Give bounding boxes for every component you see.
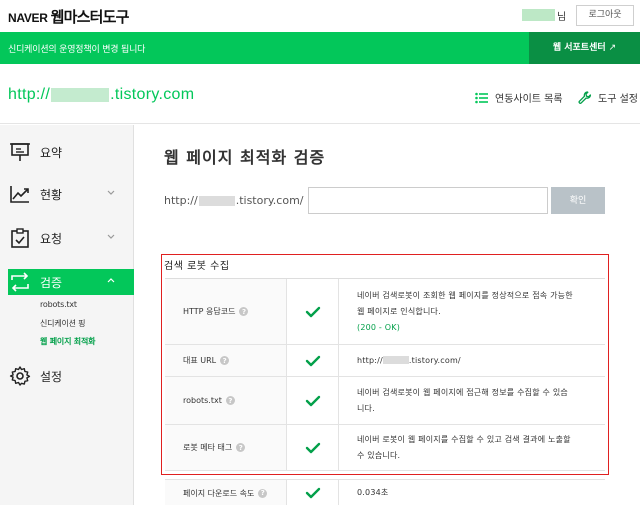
desc-line: 네이버 검색로봇이 조회한 웹 페이지를 정상적으로 접속 가능한 — [357, 290, 573, 300]
linked-sites-label: 연동사이트 목록 — [495, 94, 563, 105]
site-bar: http:// .tistory.com 연동사이트 목록 도구 설정 — [0, 64, 640, 124]
gear-icon — [8, 364, 32, 388]
list-icon — [475, 92, 488, 103]
table-row: HTTP 응답코드? 네이버 검색로봇이 조회한 웹 페이지를 정상적으로 접속… — [165, 279, 605, 345]
row-label: 대표 URL? — [165, 345, 287, 376]
table-row: robots.txt? 네이버 검색로봇이 웹 페이지에 접근해 정보를 수집할… — [165, 377, 605, 425]
row-label-text: 페이지 다운로드 속도 — [183, 488, 255, 498]
naver-logo: NAVER — [8, 11, 48, 25]
sidebar: 요약 현황 요청 검증 robots.txt 신디케이션 핑 웹 페이지 최적화… — [0, 125, 134, 505]
row-label-text: robots.txt — [183, 396, 222, 405]
wrench-icon — [578, 90, 592, 104]
site-url-prefix: http:// — [8, 86, 51, 103]
support-center-label: 웹 서포트센터 — [552, 43, 606, 53]
site-url-suffix: .tistory.com — [110, 86, 195, 103]
table-row: 로봇 메타 태그? 네이버 로봇이 웹 페이지를 수집할 수 있고 검색 결과에… — [165, 425, 605, 471]
presentation-icon — [8, 140, 32, 164]
url-prefix-start: http:// — [164, 194, 198, 207]
table-row: 페이지 다운로드 속도? 0.034초 — [165, 479, 605, 505]
url-masked — [198, 195, 235, 206]
row-label: HTTP 응답코드? — [165, 279, 287, 344]
desc-line: 네이버 검색로봇이 웹 페이지에 접근해 정보를 수집할 수 있습 — [357, 387, 568, 397]
sidebar-item-label: 설정 — [40, 369, 63, 384]
sidebar-item-settings[interactable]: 설정 — [8, 363, 134, 389]
row-description: 네이버 검색로봇이 조회한 웹 페이지를 정상적으로 접속 가능한 웹 페이지로… — [339, 279, 605, 344]
tool-settings-button[interactable]: 도구 설정 — [578, 90, 638, 105]
tool-settings-label: 도구 설정 — [598, 94, 638, 105]
transfer-icon — [8, 270, 32, 294]
desc-line: 수 있습니다. — [357, 450, 401, 460]
row-label: 페이지 다운로드 속도? — [165, 480, 287, 505]
site-url[interactable]: http:// .tistory.com — [8, 86, 194, 104]
linked-sites-button[interactable]: 연동사이트 목록 — [475, 90, 563, 105]
clipboard-check-icon — [8, 226, 32, 250]
top-header: NAVER 웹마스터도구 님 로그아웃 — [0, 0, 640, 32]
sidebar-item-verify[interactable]: 검증 — [8, 269, 134, 295]
confirm-button[interactable]: 확인 — [551, 187, 605, 214]
desc-line: 니다. — [357, 403, 375, 413]
check-icon — [287, 425, 339, 470]
canonical-url-suffix: .tistory.com/ — [408, 355, 461, 365]
sidebar-item-label: 현황 — [40, 187, 63, 202]
chevron-down-icon — [107, 190, 115, 195]
help-icon[interactable]: ? — [239, 307, 249, 316]
url-prefix: http:// .tistory.com/ — [164, 194, 304, 207]
service-title: 웹마스터도구 — [50, 8, 130, 26]
help-icon[interactable]: ? — [220, 356, 230, 365]
user-honorific: 님 — [557, 12, 567, 23]
row-label-text: 로봇 메타 태그 — [183, 443, 233, 452]
result-table: HTTP 응답코드? 네이버 검색로봇이 조회한 웹 페이지를 정상적으로 접속… — [165, 278, 605, 505]
check-icon — [287, 480, 339, 505]
desc-line: 네이버 로봇이 웹 페이지를 수집할 수 있고 검색 결과에 노출할 — [357, 434, 571, 444]
sidebar-item-request[interactable]: 요청 — [8, 225, 134, 251]
url-masked — [382, 356, 409, 364]
check-icon — [287, 377, 339, 424]
external-link-icon: ↗ — [608, 43, 617, 53]
row-label: 로봇 메타 태그? — [165, 425, 287, 470]
row-description: 0.034초 — [339, 480, 605, 505]
row-description: http:// .tistory.com/ — [339, 345, 605, 376]
sidebar-item-summary[interactable]: 요약 — [8, 139, 134, 165]
sidebar-item-label: 요약 — [40, 145, 63, 160]
table-row: 대표 URL? http:// .tistory.com/ — [165, 345, 605, 377]
check-icon — [287, 345, 339, 376]
chevron-up-icon — [107, 278, 115, 283]
trend-chart-icon — [8, 182, 32, 206]
url-path-input[interactable] — [308, 187, 548, 214]
notice-link[interactable]: 신디케이션의 운영정책이 변경 됩니다 — [8, 42, 145, 55]
row-label-text: 대표 URL — [183, 356, 217, 365]
row-description: 네이버 검색로봇이 웹 페이지에 접근해 정보를 수집할 수 있습 니다. — [339, 377, 605, 424]
help-icon[interactable]: ? — [236, 443, 246, 452]
download-speed: 0.034초 — [357, 488, 389, 497]
subnav-page-optimization[interactable]: 웹 페이지 최적화 — [40, 336, 95, 347]
page-title: 웹 페이지 최적화 검증 — [164, 148, 326, 167]
sidebar-item-status[interactable]: 현황 — [8, 181, 134, 207]
support-center-button[interactable]: 웹 서포트센터 ↗ — [529, 32, 640, 64]
subnav-syndication-ping[interactable]: 신디케이션 핑 — [40, 318, 86, 329]
help-icon[interactable]: ? — [258, 488, 268, 498]
canonical-url-prefix: http:// — [357, 355, 383, 365]
canonical-url: http:// .tistory.com/ — [357, 353, 595, 369]
check-icon — [287, 279, 339, 344]
row-label: robots.txt? — [165, 377, 287, 424]
desc-line: 웹 페이지로 인식합니다. — [357, 306, 441, 316]
site-url-masked — [51, 88, 110, 102]
row-description: 네이버 로봇이 웹 페이지를 수집할 수 있고 검색 결과에 노출할 수 있습니… — [339, 425, 605, 470]
help-icon[interactable]: ? — [225, 396, 235, 405]
subnav-robots-txt[interactable]: robots.txt — [40, 300, 77, 309]
sidebar-item-label: 검증 — [40, 275, 63, 290]
row-label-text: HTTP 응답코드 — [183, 307, 236, 316]
status-code: (200 - OK) — [357, 322, 401, 332]
sidebar-item-label: 요청 — [40, 231, 63, 246]
logo[interactable]: NAVER 웹마스터도구 — [8, 6, 129, 27]
user-name-masked — [522, 9, 555, 21]
url-prefix-end: .tistory.com/ — [235, 194, 304, 207]
section-title: 검색 로봇 수집 — [164, 261, 230, 272]
chevron-down-icon — [107, 234, 115, 239]
logout-button[interactable]: 로그아웃 — [576, 5, 634, 26]
